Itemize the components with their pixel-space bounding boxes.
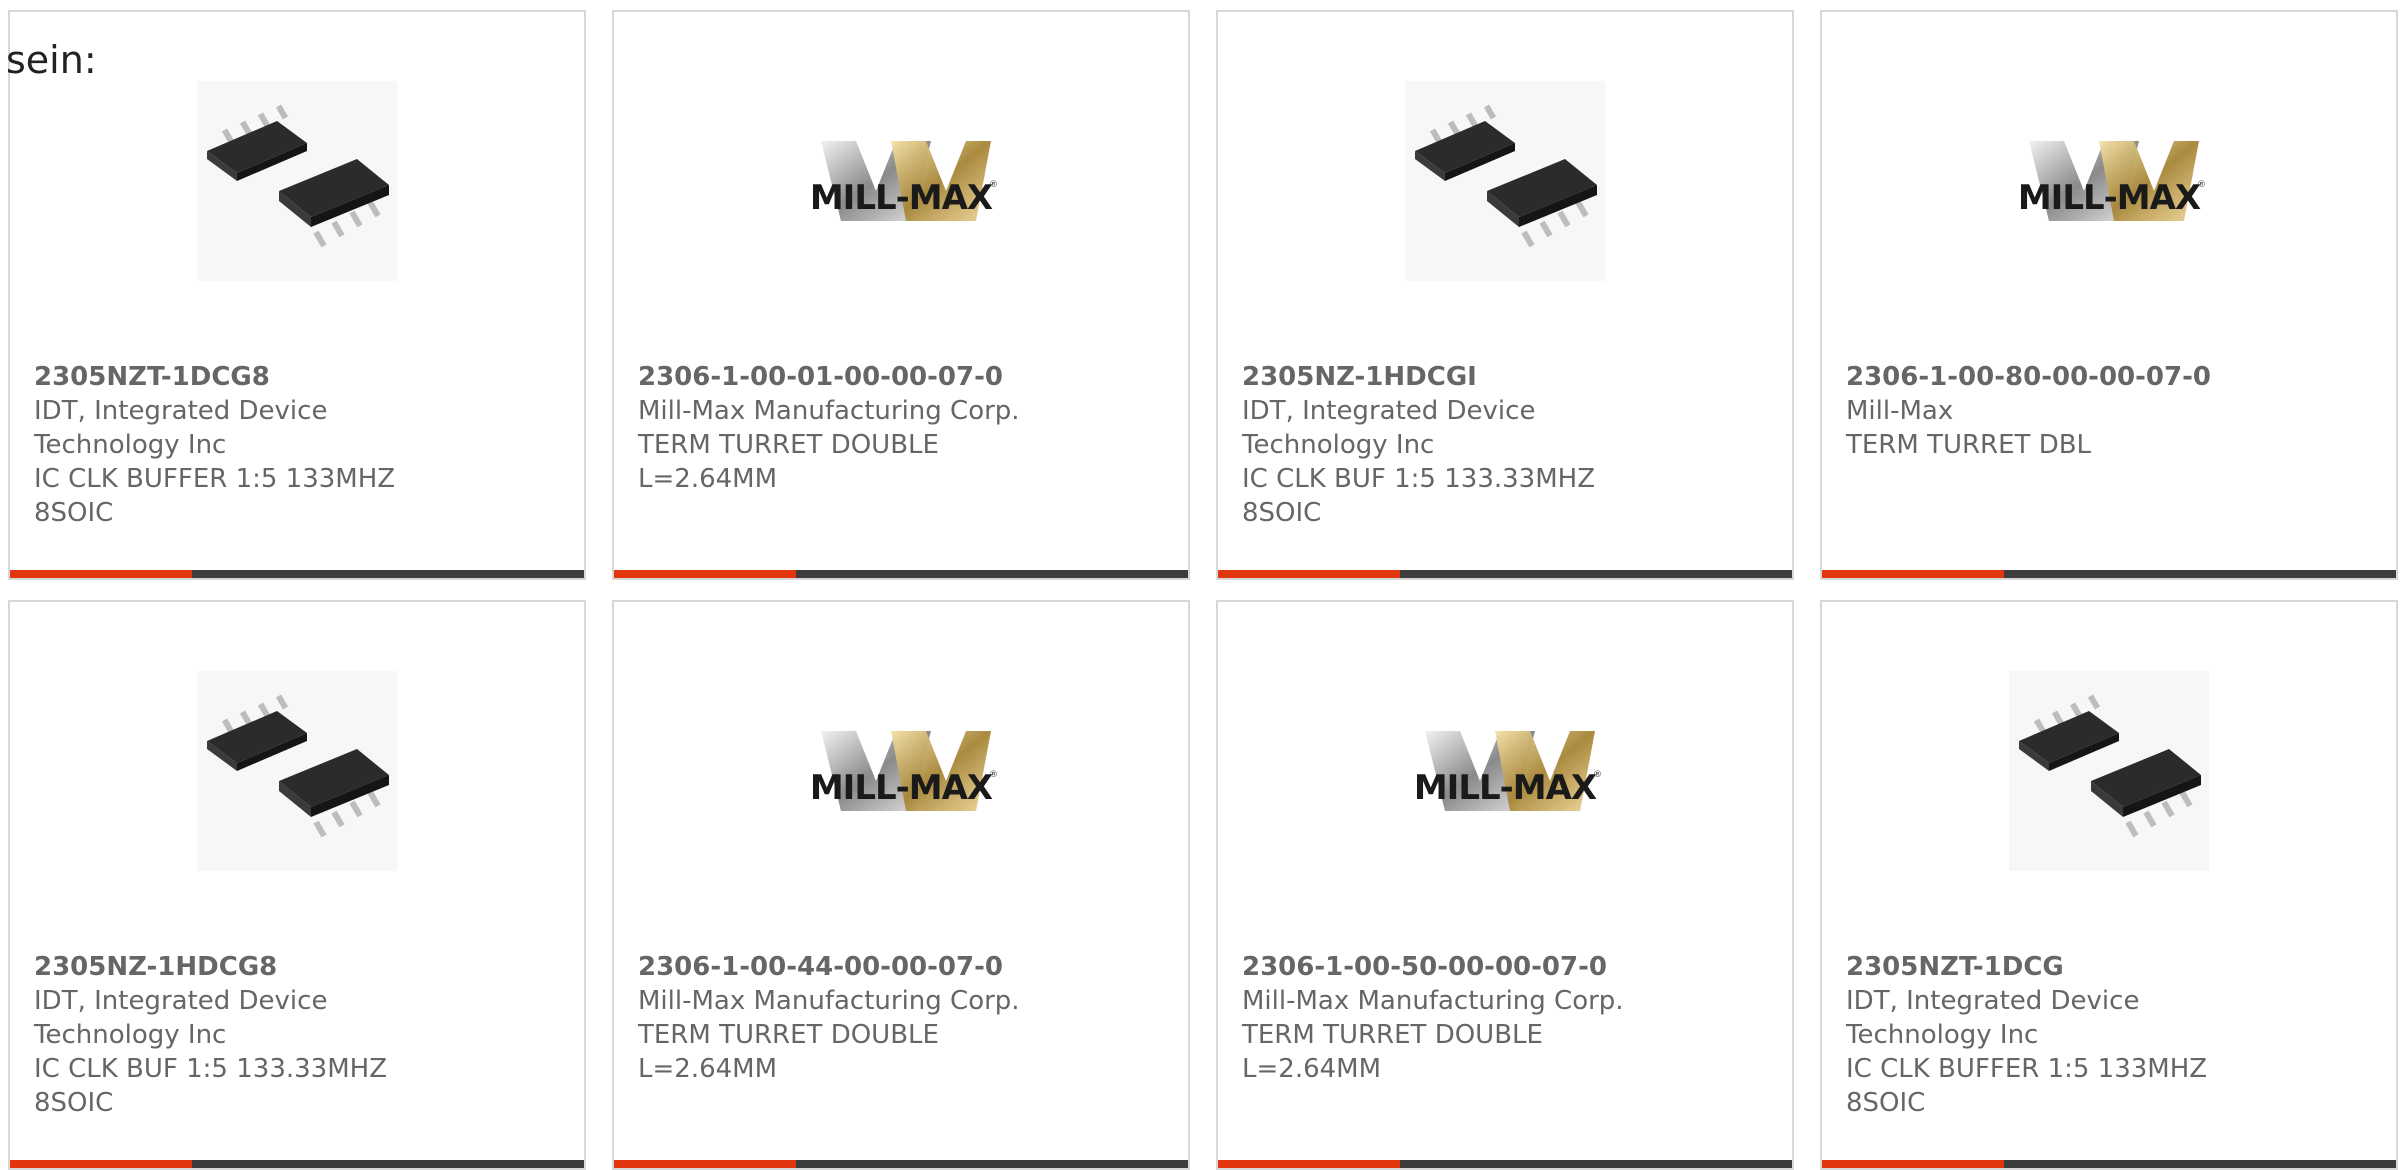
svg-text:®: ® — [2197, 180, 2206, 190]
page-fragment-text: sein: — [6, 38, 97, 82]
product-card[interactable]: 2305NZT-1DCG8 IDT, Integrated Device Techn… — [8, 10, 586, 580]
svg-text:MILL-MAX: MILL-MAX — [810, 178, 993, 218]
svg-text:MILL-MAX: MILL-MAX — [1414, 768, 1597, 808]
part-number-link[interactable]: 2305NZ-1HDCG8 — [34, 950, 564, 984]
card-footer-accent — [10, 570, 192, 578]
product-card[interactable]: MILL-MAX ® 2306-1-00-80-00-00-07-0 Mill-M… — [1820, 10, 2398, 580]
mill-max-logo[interactable]: MILL-MAX ® — [800, 670, 1002, 872]
ic-chip-icon — [1405, 81, 1605, 281]
product-description-line: Technology Inc — [1242, 430, 1435, 460]
product-description-line: Technology Inc — [34, 1020, 227, 1050]
product-description-line: IC CLK BUF 1:5 133.33MHZ — [1242, 464, 1596, 494]
product-description-line: TERM TURRET DOUBLE — [638, 430, 939, 460]
ic-chip-image[interactable] — [196, 670, 398, 872]
product-description-line: IDT, Integrated Device — [1242, 396, 1536, 426]
mill-max-logo-icon: MILL-MAX ® — [810, 731, 998, 811]
mill-max-logo[interactable]: MILL-MAX ® — [800, 80, 1002, 282]
part-number-link[interactable]: 2305NZT-1DCG — [1846, 950, 2376, 984]
mill-max-logo[interactable]: MILL-MAX ® — [1404, 670, 1606, 872]
mill-max-logo[interactable]: MILL-MAX ® — [2008, 80, 2210, 282]
product-description-line: Mill-Max Manufacturing Corp. — [1242, 986, 1624, 1016]
product-card[interactable]: 2305NZT-1DCG IDT, Integrated Device Techno… — [1820, 600, 2398, 1170]
part-number-link[interactable]: 2306-1-00-50-00-00-07-0 — [1242, 950, 1772, 984]
product-info: 2305NZ-1HDCGI IDT, Integrated Device Techn… — [1242, 360, 1772, 530]
product-info: 2306-1-00-50-00-00-07-0 Mill-Max Manufact… — [1242, 950, 1772, 1086]
product-description-line: TERM TURRET DOUBLE — [1242, 1020, 1543, 1050]
product-info: 2306-1-00-01-00-00-07-0 Mill-Max Manufact… — [638, 360, 1168, 496]
card-footer-bar — [1822, 1160, 2396, 1168]
product-grid: 2305NZT-1DCG8 IDT, Integrated Device Techn… — [0, 0, 2400, 1170]
card-footer-bar — [10, 1160, 584, 1168]
card-footer-bar — [614, 1160, 1188, 1168]
product-card[interactable]: MILL-MAX ® 2306-1-00-44-00-00-07-0 Mill-M… — [612, 600, 1190, 1170]
product-description-line: 8SOIC — [34, 498, 114, 528]
card-footer-accent — [10, 1160, 192, 1168]
product-description-line: IDT, Integrated Device — [1846, 986, 2140, 1016]
product-card[interactable]: MILL-MAX ® 2306-1-00-01-00-00-07-0 Mill-M… — [612, 10, 1190, 580]
card-footer-bar — [1218, 1160, 1792, 1168]
card-footer-accent — [1218, 1160, 1400, 1168]
mill-max-logo-icon: MILL-MAX ® — [1414, 731, 1602, 811]
part-number-link[interactable]: 2306-1-00-80-00-00-07-0 — [1846, 360, 2376, 394]
product-info: 2306-1-00-44-00-00-07-0 Mill-Max Manufact… — [638, 950, 1168, 1086]
product-description-line: L=2.64MM — [1242, 1054, 1382, 1084]
product-description-line: Technology Inc — [1846, 1020, 2039, 1050]
product-description-line: TERM TURRET DBL — [1846, 430, 2092, 460]
ic-chip-icon — [197, 671, 397, 871]
product-description-line: Mill-Max Manufacturing Corp. — [638, 396, 1020, 426]
product-info: 2305NZT-1DCG8 IDT, Integrated Device Techn… — [34, 360, 564, 530]
product-info: 2306-1-00-80-00-00-07-0 Mill-Max TERM TURR… — [1846, 360, 2376, 462]
product-card[interactable]: 2305NZ-1HDCG8 IDT, Integrated Device Techn… — [8, 600, 586, 1170]
product-info: 2305NZT-1DCG IDT, Integrated Device Techno… — [1846, 950, 2376, 1120]
svg-text:MILL-MAX: MILL-MAX — [2018, 178, 2201, 218]
svg-text:MILL-MAX: MILL-MAX — [810, 768, 993, 808]
product-description-line: L=2.64MM — [638, 464, 778, 494]
card-footer-bar — [1218, 570, 1792, 578]
card-footer-accent — [1822, 570, 2004, 578]
product-card[interactable]: MILL-MAX ® 2306-1-00-50-00-00-07-0 Mill-M… — [1216, 600, 1794, 1170]
card-footer-bar — [10, 570, 584, 578]
ic-chip-icon — [197, 81, 397, 281]
mill-max-logo-icon: MILL-MAX ® — [810, 141, 998, 221]
product-card[interactable]: 2305NZ-1HDCGI IDT, Integrated Device Techn… — [1216, 10, 1794, 580]
product-description-line: Technology Inc — [34, 430, 227, 460]
card-footer-bar — [614, 570, 1188, 578]
part-number-link[interactable]: 2305NZ-1HDCGI — [1242, 360, 1772, 394]
product-description-line: Mill-Max Manufacturing Corp. — [638, 986, 1020, 1016]
product-info: 2305NZ-1HDCG8 IDT, Integrated Device Techn… — [34, 950, 564, 1120]
svg-text:®: ® — [989, 180, 998, 190]
product-description-line: TERM TURRET DOUBLE — [638, 1020, 939, 1050]
card-footer-accent — [1218, 570, 1400, 578]
card-footer-accent — [614, 570, 796, 578]
svg-text:®: ® — [1593, 770, 1602, 780]
part-number-link[interactable]: 2306-1-00-01-00-00-07-0 — [638, 360, 1168, 394]
svg-text:®: ® — [989, 770, 998, 780]
product-description-line: L=2.64MM — [638, 1054, 778, 1084]
card-footer-accent — [1822, 1160, 2004, 1168]
ic-chip-image[interactable] — [1404, 80, 1606, 282]
ic-chip-image[interactable] — [2008, 670, 2210, 872]
card-footer-accent — [614, 1160, 796, 1168]
product-description-line: IDT, Integrated Device — [34, 986, 328, 1016]
card-footer-bar — [1822, 570, 2396, 578]
product-description-line: 8SOIC — [34, 1088, 114, 1118]
product-description-line: IC CLK BUF 1:5 133.33MHZ — [34, 1054, 388, 1084]
part-number-link[interactable]: 2305NZT-1DCG8 — [34, 360, 564, 394]
mill-max-logo-icon: MILL-MAX ® — [2018, 141, 2206, 221]
product-description-line: 8SOIC — [1242, 498, 1322, 528]
ic-chip-icon — [2009, 671, 2209, 871]
product-description-line: IC CLK BUFFER 1:5 133MHZ — [1846, 1054, 2208, 1084]
ic-chip-image[interactable] — [196, 80, 398, 282]
product-description-line: Mill-Max — [1846, 396, 1954, 426]
product-description-line: IDT, Integrated Device — [34, 396, 328, 426]
product-description-line: IC CLK BUFFER 1:5 133MHZ — [34, 464, 396, 494]
product-description-line: 8SOIC — [1846, 1088, 1926, 1118]
part-number-link[interactable]: 2306-1-00-44-00-00-07-0 — [638, 950, 1168, 984]
